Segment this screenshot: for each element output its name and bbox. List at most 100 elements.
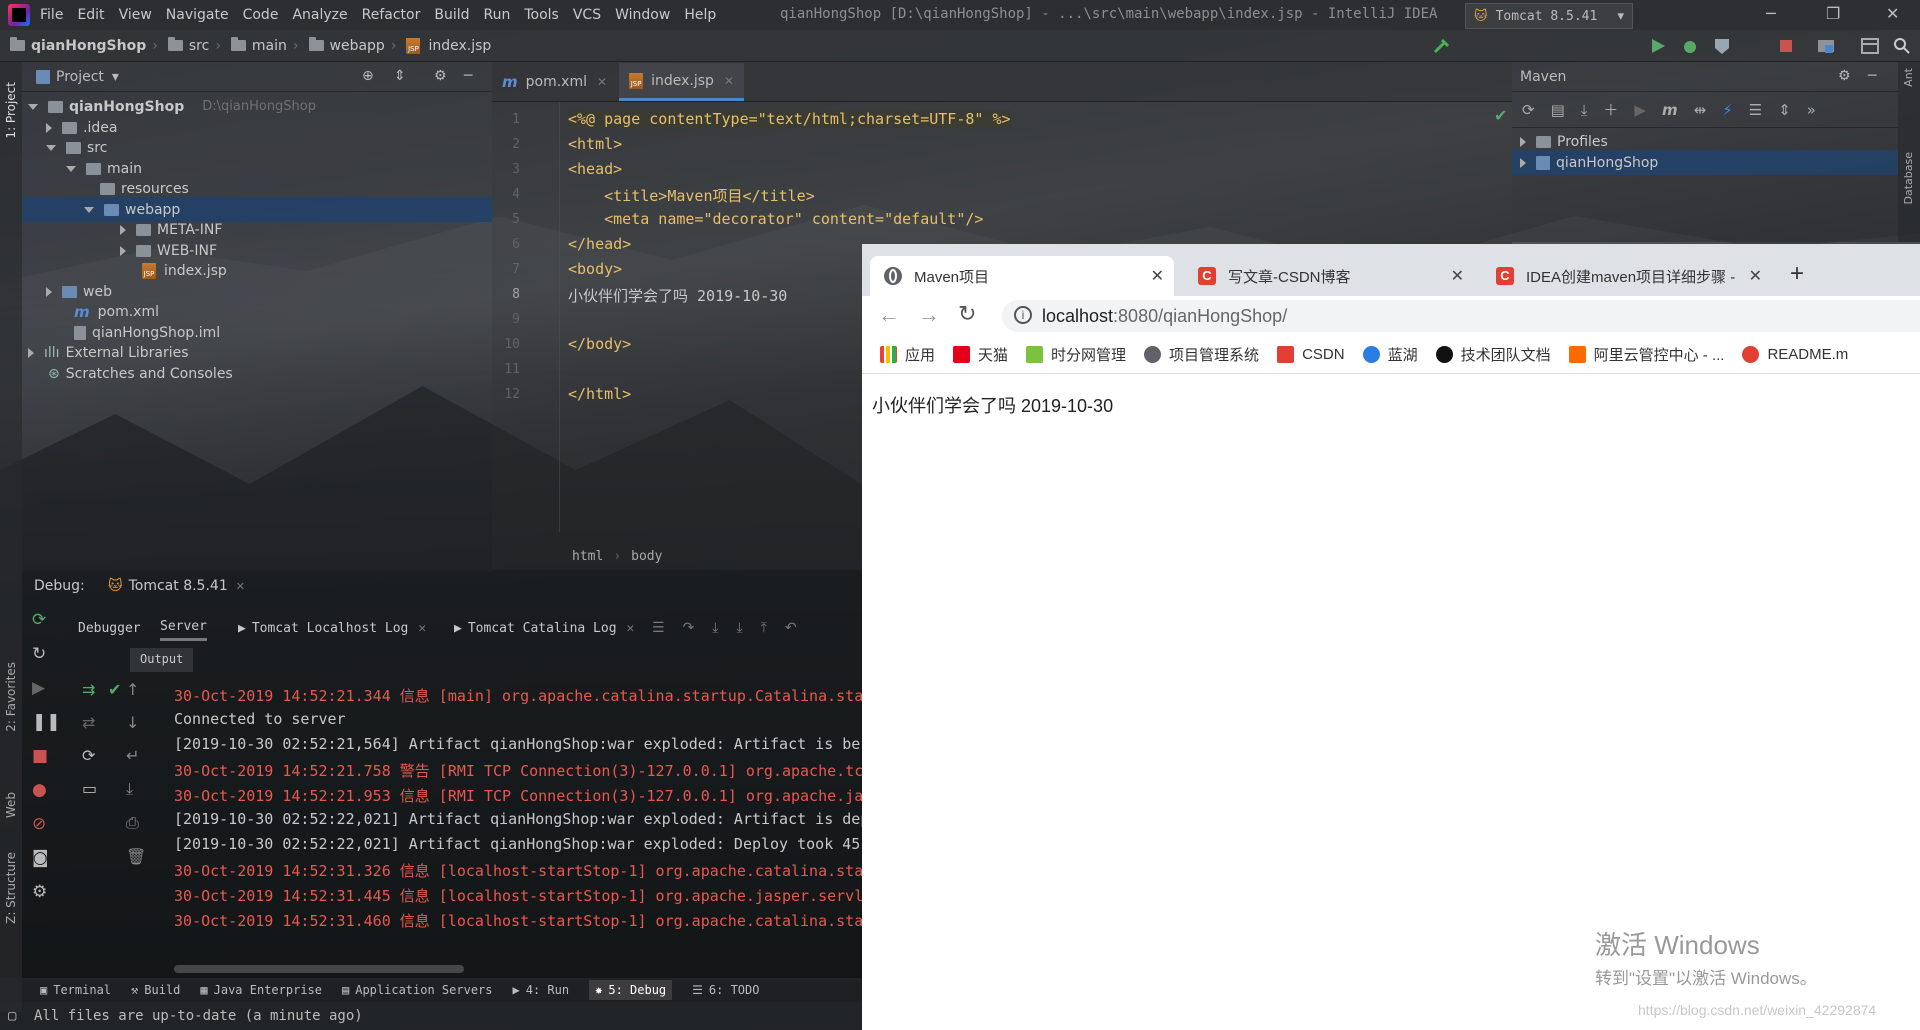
close-tab-icon[interactable]: ✕ <box>627 621 635 636</box>
hide-panel-icon[interactable]: ─ <box>1868 68 1876 84</box>
code-line-2[interactable]: <html> <box>568 135 622 153</box>
stripe-favorites[interactable]: 2: Favorites <box>4 662 18 732</box>
close-tab-icon[interactable]: ✕ <box>597 75 607 89</box>
close-tab-icon[interactable]: ✕ <box>236 580 245 593</box>
project-view-dropdown[interactable]: Project <box>56 69 104 85</box>
tab-server[interactable]: Server <box>160 615 207 641</box>
force-step-into-icon[interactable]: ⤓ <box>737 620 743 636</box>
reload-icon[interactable]: ↻ <box>958 301 976 327</box>
forward-icon[interactable]: → <box>918 302 940 328</box>
tab-catalina-log[interactable]: ▶ Tomcat Catalina Log ✕ <box>454 615 634 641</box>
download-icon[interactable]: ⤓ <box>1581 101 1588 119</box>
breadcrumb-webapp[interactable]: webapp › <box>308 37 396 54</box>
breadcrumb-body[interactable]: body <box>631 549 662 564</box>
resume-icon[interactable]: ▶ <box>32 678 61 698</box>
run-to-cursor-icon[interactable]: ↶ <box>785 620 797 636</box>
step-over-icon[interactable]: ↷ <box>683 620 695 636</box>
menu-tools[interactable]: Tools <box>524 7 559 23</box>
deploy-icon[interactable]: ⇄ <box>82 713 97 732</box>
settings-gear-icon[interactable]: ⚙ <box>434 68 447 84</box>
menu-navigate[interactable]: Navigate <box>166 7 229 23</box>
scroll-to-end-icon[interactable]: ⤓ <box>126 779 146 799</box>
close-window-icon[interactable]: ✕ <box>1886 4 1899 23</box>
code-line-10[interactable]: </body> <box>568 335 631 353</box>
url-field[interactable]: i localhost:8080/qianHongShop/ <box>1002 300 1920 332</box>
breadcrumb-project[interactable]: qianHongShop › <box>10 37 158 54</box>
close-tab-icon[interactable]: ✕ <box>1151 266 1164 286</box>
tree-item-index-jsp[interactable]: JSP index.jsp <box>142 258 227 283</box>
tool-java-enterprise[interactable]: ▦ Java Enterprise <box>200 983 322 997</box>
show-dependencies-icon[interactable]: ☰ <box>1749 101 1762 119</box>
tab-index-jsp[interactable]: JSP index.jsp ✕ <box>619 63 744 101</box>
bookmark-readme[interactable]: README.m <box>1742 346 1848 363</box>
tab-pom-xml[interactable]: m pom.xml ✕ <box>492 63 617 101</box>
update-app-icon[interactable]: ⇉ <box>82 680 97 699</box>
refresh-icon[interactable]: ⟳ <box>82 746 97 765</box>
restart-icon[interactable]: ↻ <box>32 644 61 664</box>
tool-todo[interactable]: ☰ 6: TODO <box>692 983 759 997</box>
breadcrumb-html[interactable]: html <box>572 549 603 564</box>
stripe-database[interactable]: Database <box>1902 152 1915 205</box>
close-tab-icon[interactable]: ✕ <box>724 74 734 88</box>
menu-build[interactable]: Build <box>434 7 469 23</box>
code-line-8[interactable]: 小伙伴们学会了吗 2019-10-30 <box>568 285 787 306</box>
stop-icon[interactable]: ■ <box>32 746 61 766</box>
soft-wrap-icon[interactable]: ↵ <box>126 746 146 765</box>
step-out-icon[interactable]: ⤒ <box>761 620 767 636</box>
menu-refactor[interactable]: Refactor <box>362 7 421 23</box>
tool-run[interactable]: ▶ 4: Run <box>513 983 570 997</box>
settings-gear-icon[interactable]: ⚙ <box>32 882 61 902</box>
project-structure-icon[interactable] <box>1816 36 1836 56</box>
search-icon[interactable] <box>1892 36 1912 56</box>
tree-item-scratches[interactable]: ⊛ Scratches and Consoles <box>48 361 233 386</box>
bookmark-csdn[interactable]: CSDN <box>1277 346 1345 363</box>
bookmark-apps[interactable]: 应用 <box>880 344 935 365</box>
new-tab-icon[interactable]: + <box>1790 260 1804 288</box>
pause-icon[interactable]: ❚❚ <box>32 712 61 732</box>
horizontal-scrollbar[interactable] <box>174 965 464 973</box>
step-into-icon[interactable]: ⤓ <box>712 620 718 636</box>
maven-goal-icon[interactable]: m <box>1662 101 1678 119</box>
menu-run[interactable]: Run <box>484 7 511 23</box>
back-icon[interactable]: ← <box>878 302 900 328</box>
bookmark-tmall[interactable]: 天猫 <box>953 344 1008 365</box>
menu-help[interactable]: Help <box>684 7 716 23</box>
code-line-5[interactable]: <meta name="decorator" content="default"… <box>568 210 983 228</box>
bookmark-lanhu[interactable]: 蓝湖 <box>1362 344 1418 365</box>
add-icon[interactable]: ＋ <box>1603 99 1618 120</box>
tool-build[interactable]: ⚒ Build <box>131 983 180 997</box>
build-hammer-icon[interactable] <box>1432 36 1452 56</box>
code-line-7[interactable]: <body> <box>568 260 622 278</box>
tab-localhost-log[interactable]: ▶ Tomcat Localhost Log ✕ <box>238 615 426 641</box>
tree-item-webapp[interactable]: webapp <box>22 197 492 222</box>
tool-terminal[interactable]: ▣ Terminal <box>40 983 111 997</box>
browser-tab-idea-maven[interactable]: C IDEA创建maven项目详细步骤 - ✕ <box>1482 256 1772 296</box>
close-tab-icon[interactable]: ✕ <box>418 621 426 636</box>
more-icon[interactable]: » <box>1807 101 1816 119</box>
breadcrumb-src[interactable]: src › <box>167 37 221 54</box>
scroll-up-icon[interactable]: ↑ <box>126 680 146 699</box>
artifacts-icon[interactable]: ▭ <box>82 779 97 798</box>
breadcrumb-index-jsp[interactable]: JSP index.jsp <box>406 37 491 54</box>
tool-debug[interactable]: ✸ 5: Debug <box>589 980 673 1000</box>
run-configuration-select[interactable]: 🐱 Tomcat 8.5.41 ▾ <box>1465 3 1633 29</box>
stripe-ant[interactable]: Ant <box>1902 68 1915 87</box>
collapse-all-icon[interactable]: ⇕ <box>394 68 406 84</box>
stripe-structure[interactable]: Z: Structure <box>4 852 18 924</box>
code-line-12[interactable]: </html> <box>568 385 631 403</box>
tool-application-servers[interactable]: ▤ Application Servers <box>342 983 493 997</box>
layout-icon[interactable] <box>1860 36 1880 56</box>
scroll-down-icon[interactable]: ↓ <box>126 713 146 732</box>
stripe-web[interactable]: Web <box>4 792 18 818</box>
tab-debugger[interactable]: Debugger <box>78 615 141 641</box>
view-breakpoints-icon[interactable]: ● <box>32 780 61 800</box>
browser-tab-csdn-write[interactable]: C 写文章-CSDN博客 ✕ <box>1184 256 1474 296</box>
skip-tests-icon[interactable]: ⚡ <box>1722 101 1733 119</box>
collapse-all-icon[interactable]: ⇕ <box>1778 101 1791 119</box>
debug-session-tab[interactable]: 🐱 Tomcat 8.5.41 ✕ <box>108 578 245 594</box>
bookmark-team-docs[interactable]: 技术团队文档 <box>1435 344 1551 365</box>
stripe-project[interactable]: 1: Project <box>4 82 18 139</box>
toggle-offline-icon[interactable]: ⇹ <box>1694 101 1707 119</box>
output-tab[interactable]: Output <box>130 648 194 672</box>
code-line-3[interactable]: <head> <box>568 160 622 178</box>
